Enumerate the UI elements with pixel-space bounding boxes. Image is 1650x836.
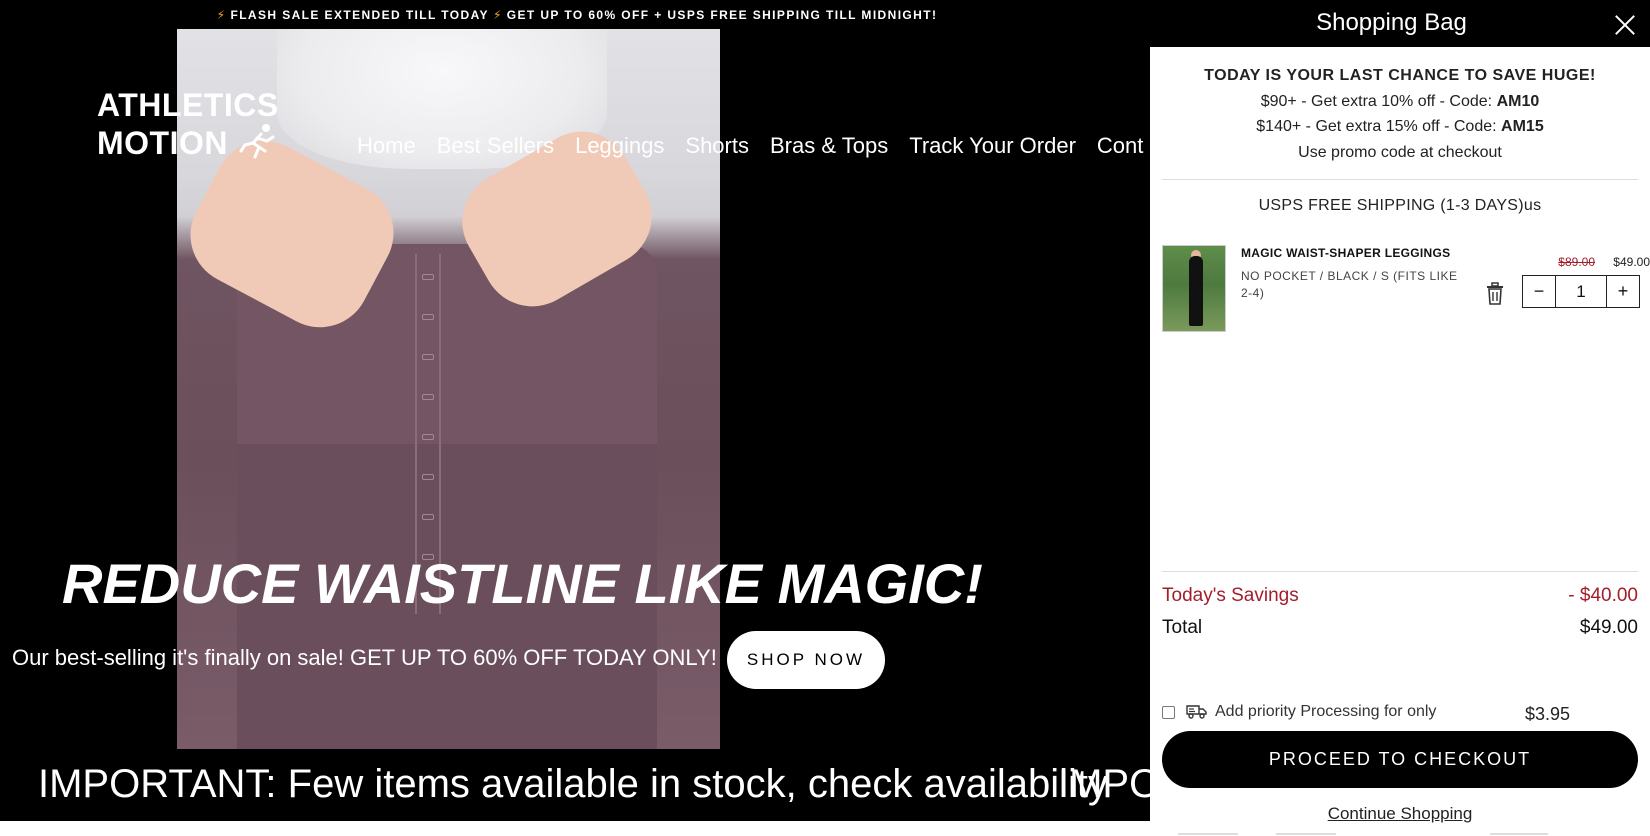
close-icon[interactable] [1614, 14, 1636, 36]
priority-price: $3.95 [1525, 704, 1571, 724]
promo-box: TODAY IS YOUR LAST CHANCE TO SAVE HUGE! … [1162, 63, 1638, 165]
hero-banner: ATHLETICS MOTION Home Best Sellers Leggi… [0, 29, 1150, 751]
main-nav: Home Best Sellers Leggings Shorts Bras &… [357, 133, 1143, 159]
nav-item-shorts[interactable]: Shorts [685, 133, 749, 159]
product-thumbnail[interactable] [1162, 245, 1226, 332]
marquee-text: IMPORTANT: Few items available in stock,… [38, 762, 1108, 806]
shop-now-button[interactable]: SHOP NOW [727, 631, 885, 689]
savings-value: - $40.00 [1568, 585, 1638, 606]
storefront: ⚡ FLASH SALE EXTENDED TILL TODAY ⚡ GET U… [0, 0, 1150, 836]
nav-item-best-sellers[interactable]: Best Sellers [437, 133, 554, 159]
lightning-icon: ⚡ [216, 7, 227, 22]
promo-code-am15: AM15 [1501, 118, 1544, 135]
nav-item-leggings[interactable]: Leggings [575, 133, 664, 159]
promo-code-am10: AM10 [1496, 92, 1540, 110]
promo-line-1: $90+ - Get extra 10% off - Code: AM10 [1260, 92, 1540, 110]
promo-title: TODAY IS YOUR LAST CHANCE TO SAVE HUGE! [1204, 67, 1596, 84]
site-logo[interactable]: ATHLETICS MOTION [97, 87, 279, 168]
product-variant: NO POCKET / BLACK / S (FITS LIKE 2-4) [1241, 269, 1458, 300]
nav-item-bras-tops[interactable]: Bras & Tops [770, 133, 888, 159]
priority-checkbox[interactable] [1162, 706, 1175, 719]
truck-icon [1186, 703, 1208, 719]
hero-headline: REDUCE WAISTLINE LIKE MAGIC! [62, 552, 983, 615]
announcement-text-2: GET UP TO 60% OFF + USPS FREE SHIPPING T… [506, 7, 938, 22]
divider [1162, 179, 1638, 180]
stock-marquee: IMPORTANT: Few items available in stock,… [0, 751, 1150, 821]
hero-subline: Our best-selling it's finally on sale! G… [12, 645, 717, 670]
announcement-bar: ⚡ FLASH SALE EXTENDED TILL TODAY ⚡ GET U… [0, 0, 1150, 29]
total-value: $49.00 [1579, 617, 1638, 638]
priority-label: Add priority Processing for only [1215, 703, 1437, 720]
cart-drawer: Shopping Bag TODAY IS YOUR LAST CHANCE T… [1150, 0, 1650, 836]
divider [1162, 571, 1638, 572]
promo-line-3: Use promo code at checkout [1298, 143, 1502, 161]
savings-row: Today's Savings - $40.00 [1162, 585, 1638, 607]
shipping-notice: USPS FREE SHIPPING (1-3 DAYS)us [1258, 197, 1542, 214]
cart-header: Shopping Bag [1150, 0, 1650, 47]
announcement-text-1: FLASH SALE EXTENDED TILL TODAY [230, 7, 489, 22]
cart-line-item: MAGIC WAIST-SHAPER LEGGINGS NO POCKET / … [1162, 245, 1650, 333]
trash-icon[interactable] [1485, 282, 1505, 306]
compare-price: $89.00 [1558, 255, 1595, 269]
lightning-icon: ⚡ [492, 7, 503, 22]
quantity-input[interactable]: 1 [1555, 276, 1607, 307]
priority-processing-row: Add priority Processing for only $3.95 [1162, 700, 1638, 726]
quantity-increase-button[interactable]: + [1607, 276, 1639, 307]
quantity-decrease-button[interactable]: − [1523, 276, 1555, 307]
item-price: $49.00 [1613, 255, 1650, 269]
total-row: Total $49.00 [1162, 617, 1638, 639]
promo-line-2: $140+ - Get extra 15% off - Code: AM15 [1256, 118, 1544, 135]
proceed-to-checkout-button[interactable]: PROCEED TO CHECKOUT [1162, 731, 1638, 788]
savings-label: Today's Savings [1162, 585, 1299, 606]
continue-shopping-link[interactable]: Continue Shopping [1150, 804, 1650, 824]
nav-item-home[interactable]: Home [357, 133, 416, 159]
quantity-stepper: − 1 + [1522, 275, 1640, 308]
product-name[interactable]: MAGIC WAIST-SHAPER LEGGINGS [1241, 246, 1450, 260]
runner-icon [237, 123, 277, 168]
nav-item-contact[interactable]: Cont [1097, 133, 1143, 159]
nav-item-track-order[interactable]: Track Your Order [909, 133, 1076, 159]
total-label: Total [1162, 617, 1203, 638]
marquee-text-repeat: IMPO [1058, 762, 1150, 806]
cart-title: Shopping Bag [1316, 9, 1467, 36]
